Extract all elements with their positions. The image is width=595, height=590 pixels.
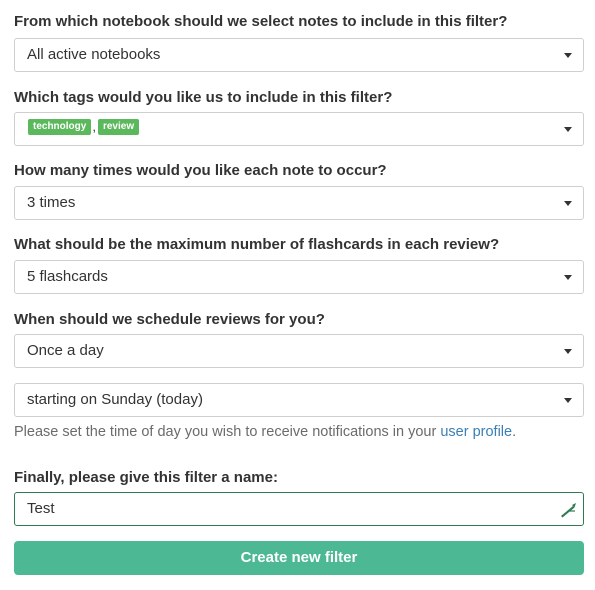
tags-question: Which tags would you like us to include … (14, 89, 393, 106)
create-filter-button[interactable]: Create new filter (14, 541, 584, 575)
caret-down-icon (564, 53, 572, 58)
tag-chip-review[interactable]: review (97, 119, 140, 136)
filter-name-value: Test (27, 500, 55, 517)
schedule-start-value: starting on Sunday (today) (27, 391, 203, 408)
schedule-question: When should we schedule reviews for you? (14, 311, 325, 328)
filter-name-question: Finally, please give this filter a name: (14, 469, 278, 486)
caret-down-icon (564, 127, 572, 132)
tag-separator: , (92, 119, 96, 135)
pen-icon (561, 503, 576, 518)
schedule-hint-end: . (512, 424, 517, 440)
schedule-start-select[interactable]: starting on Sunday (today) (14, 383, 584, 417)
occurrences-select[interactable]: 3 times (14, 186, 584, 220)
tag-chip-technology[interactable]: technology (28, 119, 92, 136)
notebook-select[interactable]: All active notebooks (14, 38, 584, 72)
notebook-select-value: All active notebooks (27, 46, 161, 63)
caret-down-icon (564, 275, 572, 280)
max-flashcards-select[interactable]: 5 flashcards (14, 260, 584, 294)
caret-down-icon (564, 398, 572, 403)
caret-down-icon (564, 349, 572, 354)
max-flashcards-question: What should be the maximum number of fla… (14, 236, 500, 253)
caret-down-icon (564, 201, 572, 206)
notebook-question: From which notebook should we select not… (14, 13, 508, 30)
schedule-hint: Please set the time of day you wish to r… (14, 424, 516, 440)
occurrences-question: How many times would you like each note … (14, 162, 387, 179)
max-flashcards-select-value: 5 flashcards (27, 268, 108, 285)
user-profile-link[interactable]: user profile (440, 424, 512, 440)
schedule-hint-text: Please set the time of day you wish to r… (14, 424, 441, 440)
filter-name-input[interactable]: Test (14, 492, 584, 526)
schedule-frequency-select[interactable]: Once a day (14, 334, 584, 368)
tags-select[interactable]: technology, review (14, 112, 584, 146)
schedule-frequency-value: Once a day (27, 342, 104, 359)
occurrences-select-value: 3 times (27, 194, 76, 211)
